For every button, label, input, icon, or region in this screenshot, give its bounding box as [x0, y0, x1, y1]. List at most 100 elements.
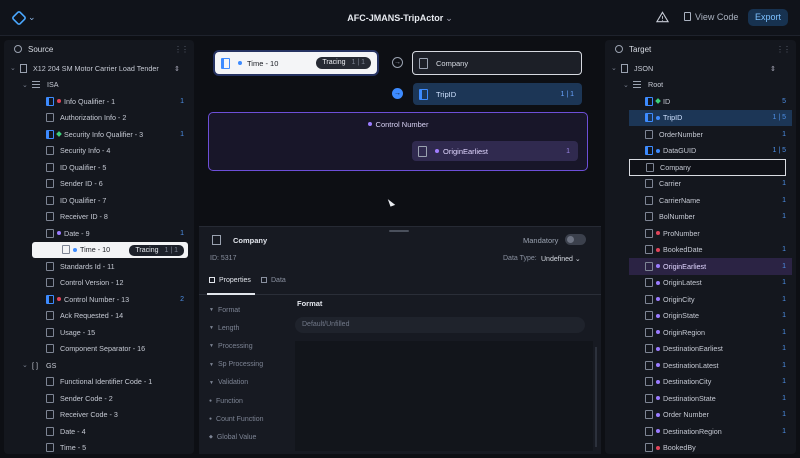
chevron-down-icon[interactable]: ⌄	[22, 81, 32, 89]
mapping-canvas[interactable]: Time - 10 Tracing 1 | 1 → Company → TripI…	[199, 40, 601, 230]
property-section[interactable]: ▼ Length	[209, 319, 264, 337]
source-field-row[interactable]: Receiver ID - 8	[4, 209, 194, 226]
source-field-row[interactable]: Component Separator - 16	[4, 341, 194, 358]
target-field-row[interactable]: OriginState 1	[605, 308, 796, 325]
view-code-button[interactable]: View Code	[684, 12, 738, 22]
source-field-row[interactable]: Authorization Info - 2	[4, 110, 194, 127]
column-icon	[645, 360, 653, 370]
target-field-row[interactable]: DestinationLatest 1	[605, 357, 796, 374]
column-icon	[645, 327, 653, 337]
target-field-row[interactable]: Carrier 1	[605, 176, 796, 193]
expand-icon: ▼	[209, 307, 214, 314]
target-field-row[interactable]: Company	[629, 159, 786, 176]
target-field-row[interactable]: TripID 1 | 5	[629, 109, 792, 126]
tab-properties[interactable]: Properties	[209, 277, 251, 284]
target-field-row[interactable]: OrderNumber 1	[605, 126, 796, 143]
target-field-row[interactable]: ID 5	[605, 93, 796, 110]
control-number-group[interactable]: Control Number OriginEarliest 1	[208, 112, 588, 171]
warning-icon[interactable]	[656, 11, 669, 23]
source-root-row[interactable]: ⌄ X12 204 SM Motor Carrier Load Tender ⇕	[4, 60, 194, 77]
source-field-row[interactable]: Control Number - 13 2	[4, 291, 194, 308]
search-icon[interactable]	[615, 45, 623, 53]
status-dot	[656, 396, 660, 401]
target-field-row[interactable]: OriginCity 1	[605, 291, 796, 308]
resize-handle[interactable]	[389, 230, 409, 232]
source-field-row[interactable]: Security Info Qualifier - 31	[4, 126, 194, 143]
property-section[interactable]: ▼ Validation	[209, 374, 264, 392]
target-root-row[interactable]: ⌄ Root	[605, 77, 796, 94]
target-field-row[interactable]: BookedDate 1	[605, 242, 796, 259]
status-dot	[56, 131, 62, 138]
property-section[interactable]: ● Function	[209, 392, 264, 410]
mandatory-toggle[interactable]	[565, 234, 586, 245]
column-icon	[46, 195, 54, 205]
collapse-icon[interactable]: ⇕	[174, 64, 180, 73]
column-icon	[46, 311, 54, 321]
node-origin-earliest[interactable]: OriginEarliest 1	[412, 141, 578, 161]
source-gs-field-row[interactable]: Functional Identifier Code - 1	[4, 374, 194, 391]
source-gs-field-row[interactable]: Receiver Code - 3	[4, 407, 194, 424]
search-icon[interactable]	[14, 45, 22, 53]
target-field-row[interactable]: DestinationRegion 1	[605, 423, 796, 440]
property-section[interactable]: ◆ Global Value	[209, 428, 264, 446]
source-field-row[interactable]: Info Qualifier - 11	[4, 93, 194, 110]
column-icon	[46, 278, 54, 288]
property-section[interactable]: ▼ Processing	[209, 337, 264, 355]
tab-data[interactable]: Data	[261, 277, 286, 284]
source-field-row[interactable]: Control Version - 12	[4, 275, 194, 292]
node-company[interactable]: Company	[412, 51, 582, 75]
node-tripid[interactable]: TripID 1 | 1	[413, 83, 582, 105]
source-field-row[interactable]: Usage - 15	[4, 324, 194, 341]
chevron-down-icon[interactable]: ⌄	[10, 64, 20, 72]
target-field-row[interactable]: Order Number 1	[605, 407, 796, 424]
property-section[interactable]: ● Count Function	[209, 410, 264, 428]
tracing-badge[interactable]: Tracing 1 | 1	[316, 57, 371, 69]
target-field-row[interactable]: DestinationCity 1	[605, 374, 796, 391]
target-field-row[interactable]: BolNumber 1	[605, 209, 796, 226]
source-field-row[interactable]: Time - 10 Tracing 1 | 1	[32, 241, 188, 258]
collapse-icon[interactable]: ⇕	[770, 64, 776, 73]
tracing-badge[interactable]: Tracing 1 | 1	[129, 244, 184, 256]
export-button[interactable]: Export	[748, 9, 788, 26]
target-json-row[interactable]: ⌄ JSON ⇕	[605, 60, 796, 77]
drag-grip-icon[interactable]: ⋮⋮	[174, 45, 189, 54]
datatype-select[interactable]: Undefined ⌄	[541, 255, 581, 263]
property-section[interactable]: ▼ Sp Processing	[209, 356, 264, 374]
scrollbar[interactable]	[595, 347, 597, 447]
source-field-row[interactable]: Date - 91	[4, 225, 194, 242]
chevron-down-icon[interactable]: ⌄	[22, 361, 32, 369]
arrow-right-icon[interactable]: →	[392, 57, 403, 68]
project-title[interactable]: AFC-JMANS-TripActor ⌄	[0, 13, 800, 24]
status-dot	[656, 363, 660, 368]
list-icon	[633, 81, 641, 89]
source-field-row[interactable]: ID Qualifier - 5	[4, 159, 194, 176]
chevron-down-icon[interactable]: ⌄	[623, 81, 633, 89]
target-field-row[interactable]: OriginEarliest 1	[629, 258, 792, 275]
target-field-row[interactable]: DestinationEarliest 1	[605, 341, 796, 358]
chevron-down-icon[interactable]: ⌄	[611, 64, 621, 72]
target-header: Target ⋮⋮	[605, 40, 796, 58]
source-gs-field-row[interactable]: Time - 5	[4, 440, 194, 455]
target-field-row[interactable]: OriginLatest 1	[605, 275, 796, 292]
source-field-row[interactable]: Security Info - 4	[4, 143, 194, 160]
source-field-row[interactable]: Sender ID - 6	[4, 176, 194, 193]
node-time-10[interactable]: Time - 10 Tracing 1 | 1	[215, 52, 377, 74]
source-gs-row[interactable]: ⌄ [ ] GS	[4, 357, 194, 374]
format-input[interactable]: Default/Unfilled	[295, 317, 585, 333]
source-field-row[interactable]: Ack Requested - 14	[4, 308, 194, 325]
target-field-row[interactable]: OriginRegion 1	[605, 324, 796, 341]
drag-grip-icon[interactable]: ⋮⋮	[776, 45, 791, 54]
source-field-row[interactable]: ID Qualifier - 7	[4, 192, 194, 209]
target-field-row[interactable]: CarrierName 1	[605, 192, 796, 209]
property-section[interactable]: ▼ Format	[209, 301, 264, 319]
target-field-row[interactable]: DataGUID 1 | 5	[605, 143, 796, 160]
source-gs-field-row[interactable]: Date - 4	[4, 423, 194, 440]
column-icon	[46, 146, 54, 156]
source-isa-row[interactable]: ⌄ ISA	[4, 77, 194, 94]
source-field-row[interactable]: Standards Id - 11	[4, 258, 194, 275]
target-field-row[interactable]: ProNumber	[605, 225, 796, 242]
arrow-right-icon[interactable]: →	[392, 88, 403, 99]
target-field-row[interactable]: BookedBy	[605, 440, 796, 455]
source-gs-field-row[interactable]: Sender Code - 2	[4, 390, 194, 407]
target-field-row[interactable]: DestinationState 1	[605, 390, 796, 407]
